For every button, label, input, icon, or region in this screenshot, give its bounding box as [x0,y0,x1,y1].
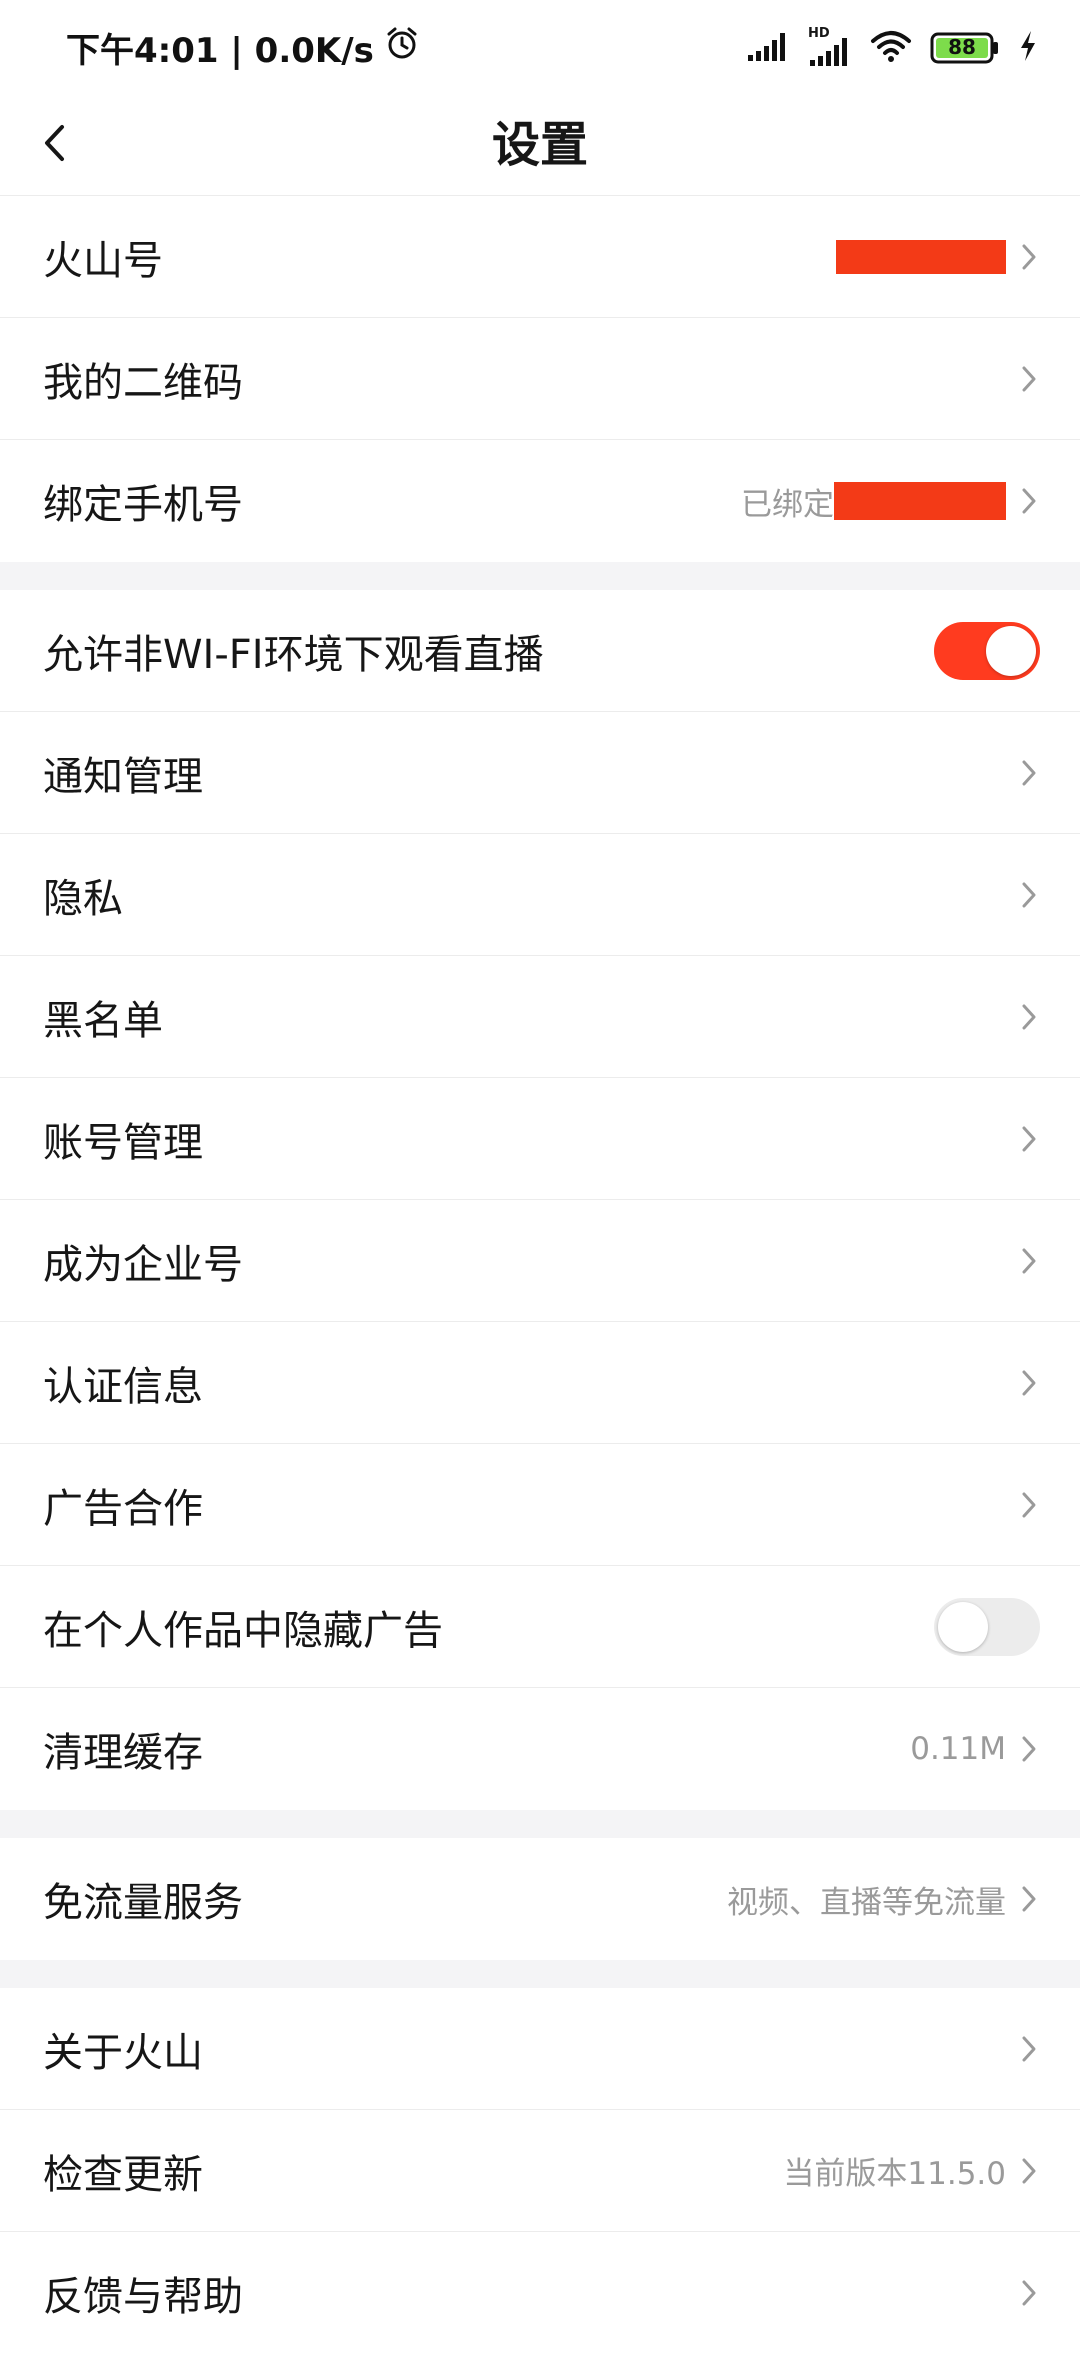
row-label: 认证信息 [43,1363,203,1410]
row-hide-ads: 在个人作品中隐藏广告 [0,1566,1080,1688]
charging-icon [1018,29,1038,67]
row-label: 绑定手机号 [43,482,243,528]
row-clear-cache[interactable]: 清理缓存 0.11M [0,1688,1080,1810]
chevron-right-icon [1018,1488,1040,1522]
back-button[interactable] [24,115,84,175]
row-ad-cooperation[interactable]: 广告合作 [0,1444,1080,1566]
row-label: 允许非WI-FI环境下观看直播 [43,631,544,678]
chevron-right-icon [1018,2154,1040,2188]
row-check-update[interactable]: 检查更新 当前版本11.5.0 [0,2110,1080,2232]
row-right: 视频、直播等免流量 [727,1877,1040,1922]
toggle-knob [986,625,1036,676]
row-bind-phone[interactable]: 绑定手机号 已绑定 [0,440,1080,562]
row-label: 黑名单 [43,997,163,1044]
section-divider [0,1960,1080,1988]
redaction-bar [836,239,1006,274]
section-divider [0,1810,1080,1838]
chevron-right-icon [1018,362,1040,396]
chevron-right-icon [1018,1000,1040,1034]
toggle-knob [938,1601,988,1652]
row-label: 免流量服务 [43,1880,243,1926]
row-value: 视频、直播等免流量 [727,1884,1006,1921]
row-label: 关于火山 [43,2029,203,2076]
chevron-right-icon [1018,756,1040,790]
row-label: 通知管理 [43,753,203,800]
row-enterprise-account[interactable]: 成为企业号 [0,1200,1080,1322]
row-about-app[interactable]: 关于火山 [0,1988,1080,2110]
row-notifications[interactable]: 通知管理 [0,712,1080,834]
row-value: 已绑定 [741,486,834,523]
status-left: 下午4:01 | 0.0K/s [66,23,420,72]
row-label: 广告合作 [43,1485,203,1532]
row-label: 我的二维码 [43,359,243,406]
row-label: 检查更新 [43,2151,203,2198]
status-bar: 下午4:01 | 0.0K/s HD 88 [0,0,1080,95]
hd-signal-icon: HD [808,26,852,68]
chevron-right-icon [1018,1244,1040,1278]
row-free-data-service[interactable]: 免流量服务 视频、直播等免流量 [0,1838,1080,1960]
section-about: 关于火山 检查更新 当前版本11.5.0 反馈与帮助 [0,1988,1080,2354]
battery-level: 88 [948,34,976,59]
row-qr-code[interactable]: 我的二维码 [0,318,1080,440]
row-right: 已绑定 [741,479,1040,524]
row-right: 当前版本11.5.0 [783,2148,1040,2193]
redaction-bar [834,482,1006,520]
hide-ads-toggle[interactable] [934,1597,1040,1656]
row-huoshan-id[interactable]: 火山号 [0,196,1080,318]
nav-bar: 设置 [0,95,1080,196]
row-blacklist[interactable]: 黑名单 [0,956,1080,1078]
cache-size: 0.11M [910,1731,1006,1767]
chevron-right-icon [1018,1122,1040,1156]
row-right: 0.11M [910,1731,1040,1767]
chevron-right-icon [1018,878,1040,912]
chevron-left-icon [42,123,66,167]
chevron-right-icon [1018,240,1040,274]
alarm-icon [384,25,420,70]
chevron-right-icon [1018,1366,1040,1400]
chevron-right-icon [1018,2032,1040,2066]
row-label: 隐私 [43,875,123,922]
section-divider [0,562,1080,590]
status-right: HD 88 [746,26,1038,68]
row-label: 清理缓存 [43,1730,203,1776]
row-label: 火山号 [43,237,163,284]
signal-icon [746,29,790,67]
chevron-right-icon [1018,2276,1040,2310]
row-right [836,239,1040,274]
row-label: 成为企业号 [43,1241,243,1288]
row-account-management[interactable]: 账号管理 [0,1078,1080,1200]
row-feedback-help[interactable]: 反馈与帮助 [0,2232,1080,2354]
wifi-icon [870,29,912,67]
row-label: 账号管理 [43,1119,203,1166]
section-account: 火山号 我的二维码 绑定手机号 已绑定 [0,196,1080,562]
row-privacy[interactable]: 隐私 [0,834,1080,956]
wifi-live-toggle[interactable] [934,621,1040,680]
chevron-right-icon [1018,1882,1040,1916]
section-traffic: 免流量服务 视频、直播等免流量 [0,1838,1080,1960]
page-title: 设置 [491,117,588,173]
chevron-right-icon [1018,484,1040,518]
chevron-right-icon [1018,1732,1040,1766]
settings-list: 火山号 我的二维码 绑定手机号 已绑定 允许非WI-FI环境下观看直播 通知管理… [0,196,1080,2354]
version-text: 当前版本11.5.0 [783,2156,1006,2192]
row-wifi-live: 允许非WI-FI环境下观看直播 [0,590,1080,712]
row-label: 在个人作品中隐藏广告 [43,1607,443,1654]
row-label: 反馈与帮助 [43,2274,243,2320]
row-right [1018,362,1040,396]
status-time-network: 下午4:01 | 0.0K/s [66,31,374,71]
section-general: 允许非WI-FI环境下观看直播 通知管理 隐私 黑名单 账号管理 成为企业号 认… [0,590,1080,1810]
battery-icon: 88 [930,31,1000,65]
row-verification[interactable]: 认证信息 [0,1322,1080,1444]
